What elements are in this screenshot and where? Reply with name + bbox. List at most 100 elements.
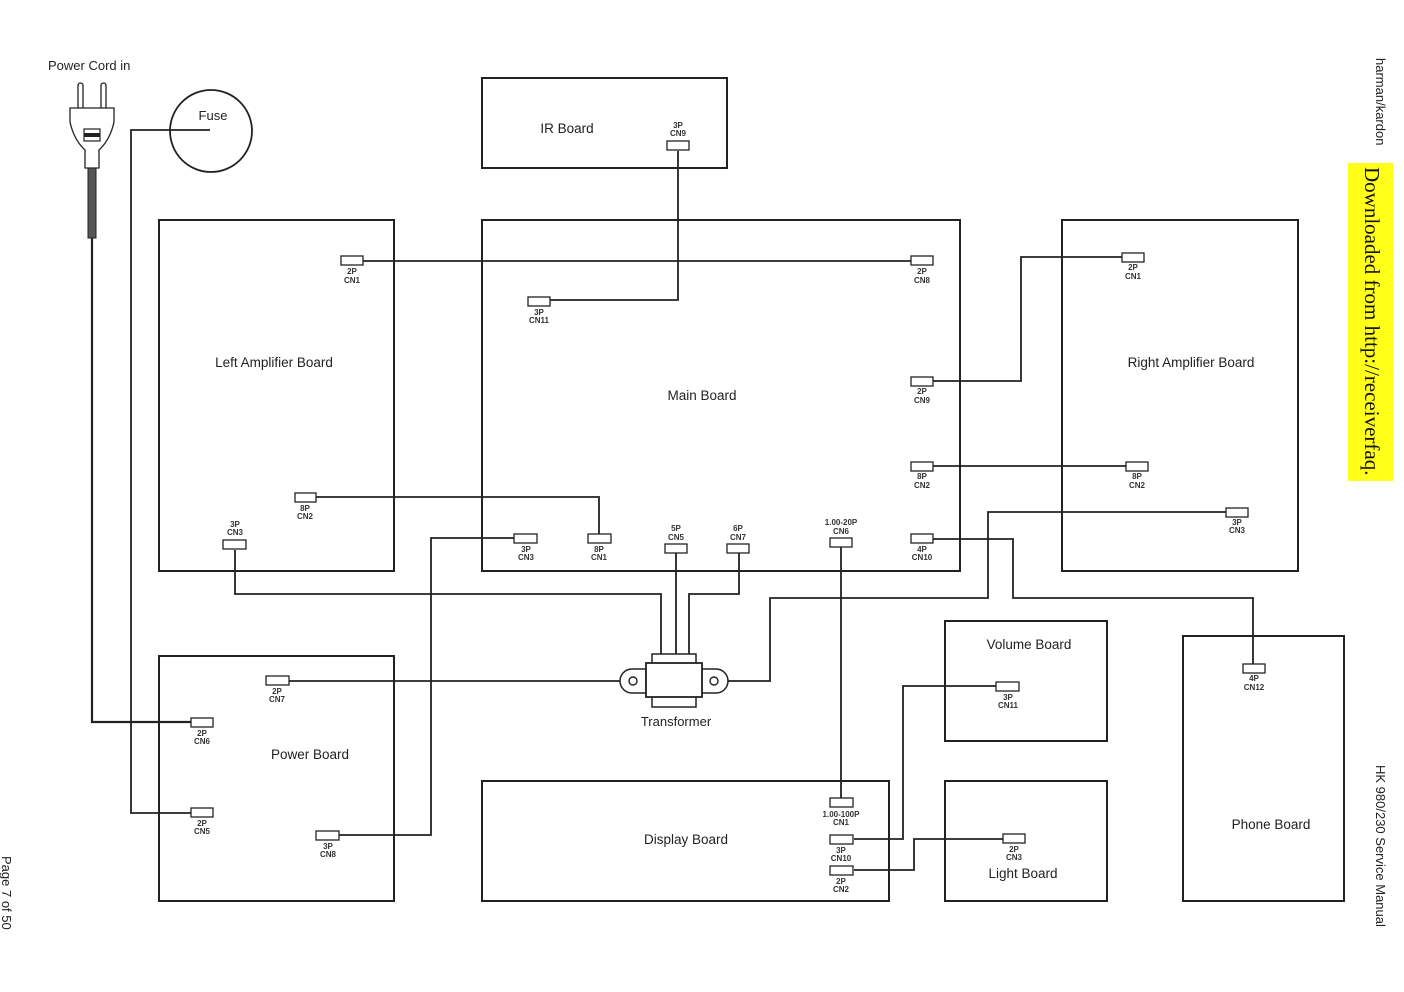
phone-board-label: Phone Board bbox=[1232, 817, 1311, 832]
connector-power-cn7[interactable]: 2P CN7 bbox=[265, 675, 290, 704]
svg-text:CN5: CN5 bbox=[668, 533, 685, 542]
wire-right-cn3-transformer bbox=[720, 511, 1226, 682]
connector-main-cn6[interactable]: 1.00-20P CN6 bbox=[825, 518, 858, 548]
main-board-label: Main Board bbox=[667, 388, 736, 403]
svg-text:4P: 4P bbox=[1249, 674, 1259, 683]
svg-text:CN2: CN2 bbox=[297, 512, 314, 521]
svg-text:CN1: CN1 bbox=[833, 818, 850, 827]
wire-power-cn8-main-cn3 bbox=[339, 537, 514, 836]
connector-main-cn5[interactable]: 5P CN5 bbox=[664, 524, 688, 554]
connector-left-amp-cn3[interactable]: 3P CN3 bbox=[222, 520, 247, 550]
svg-text:CN8: CN8 bbox=[914, 276, 931, 285]
svg-text:2P: 2P bbox=[917, 267, 927, 276]
connector-light-cn3[interactable]: 2P CN3 bbox=[1002, 833, 1026, 862]
svg-text:CN2: CN2 bbox=[1129, 481, 1146, 490]
svg-text:8P: 8P bbox=[917, 472, 927, 481]
svg-text:CN3: CN3 bbox=[1006, 853, 1023, 862]
download-banner: Downloaded from http://receiverfaq. bbox=[1348, 163, 1393, 481]
connector-phone-cn12[interactable]: 4P CN12 bbox=[1242, 663, 1266, 692]
page-number: Page 7 of 50 bbox=[0, 856, 14, 930]
transformer-label: Transformer bbox=[641, 714, 712, 729]
wire-display-cn2-light-cn3 bbox=[854, 838, 1003, 871]
left-amplifier-board bbox=[158, 219, 395, 572]
svg-text:2P: 2P bbox=[917, 387, 927, 396]
svg-text:CN10: CN10 bbox=[831, 854, 852, 863]
connector-display-cn2[interactable]: 2P CN2 bbox=[829, 865, 854, 894]
connector-left-amp-cn2[interactable]: 8P CN2 bbox=[294, 492, 317, 521]
svg-text:2P: 2P bbox=[1128, 263, 1138, 272]
connector-main-cn9[interactable]: 2P CN9 bbox=[910, 376, 934, 405]
svg-text:CN11: CN11 bbox=[998, 701, 1019, 710]
brand-label: harman/kardon bbox=[1373, 58, 1388, 146]
connector-power-cn6[interactable]: 2P CN6 bbox=[190, 717, 214, 746]
connector-main-cn11[interactable]: 3P CN11 bbox=[527, 296, 551, 325]
connector-ir-cn9[interactable]: 3P CN9 bbox=[666, 121, 690, 151]
svg-text:CN6: CN6 bbox=[833, 527, 850, 536]
svg-text:CN9: CN9 bbox=[914, 396, 931, 405]
display-board-label: Display Board bbox=[644, 832, 728, 847]
volume-board-label: Volume Board bbox=[987, 637, 1072, 652]
wire-main-cn10-phone-cn12 bbox=[933, 538, 1254, 664]
wire-main-cn7-transformer bbox=[688, 553, 740, 656]
fuse-label: Fuse bbox=[199, 108, 228, 123]
connector-display-cn1[interactable]: 1.00-100P CN1 bbox=[823, 797, 861, 827]
connector-main-cn8[interactable]: 2P CN8 bbox=[910, 255, 934, 285]
svg-text:CN1: CN1 bbox=[591, 553, 608, 562]
connector-main-cn2[interactable]: 8P CN2 bbox=[910, 461, 934, 490]
phone-board bbox=[1182, 635, 1345, 902]
transformer-icon bbox=[619, 653, 729, 708]
svg-text:CN5: CN5 bbox=[194, 827, 211, 836]
connector-main-cn1[interactable]: 8P CN1 bbox=[587, 533, 612, 562]
svg-text:1.00-20P: 1.00-20P bbox=[825, 518, 858, 527]
svg-text:5P: 5P bbox=[671, 524, 681, 533]
svg-text:8P: 8P bbox=[1132, 472, 1142, 481]
ir-board bbox=[481, 77, 728, 169]
ir-board-label: IR Board bbox=[540, 121, 593, 136]
download-banner-text: Downloaded from http://receiverfaq. bbox=[1360, 167, 1384, 476]
connector-volume-cn11[interactable]: 3P CN11 bbox=[995, 681, 1020, 710]
light-board bbox=[944, 780, 1108, 902]
connector-power-cn5[interactable]: 2P CN5 bbox=[190, 807, 214, 836]
wires bbox=[90, 129, 1254, 871]
connector-power-cn8[interactable]: 3P CN8 bbox=[315, 830, 340, 859]
svg-text:CN3: CN3 bbox=[518, 553, 535, 562]
connector-right-amp-cn1[interactable]: 2P CN1 bbox=[1121, 252, 1145, 281]
wire-ir-cn9-main-cn11 bbox=[550, 151, 679, 301]
svg-text:CN8: CN8 bbox=[320, 850, 337, 859]
power-cord-label: Power Cord in bbox=[48, 58, 130, 73]
left-amplifier-board-label: Left Amplifier Board bbox=[215, 355, 333, 370]
wire-fuse-power-cn5 bbox=[130, 129, 210, 814]
fuse-icon bbox=[169, 89, 253, 173]
svg-text:CN7: CN7 bbox=[269, 695, 286, 704]
svg-text:CN9: CN9 bbox=[670, 129, 687, 138]
right-amplifier-board bbox=[1061, 219, 1299, 572]
light-board-label: Light Board bbox=[988, 866, 1057, 881]
wire-display-cn10-volume-cn11 bbox=[854, 685, 996, 840]
svg-text:6P: 6P bbox=[733, 524, 743, 533]
svg-text:CN2: CN2 bbox=[914, 481, 931, 490]
svg-text:CN10: CN10 bbox=[912, 553, 933, 562]
wire-main-cn9-right-cn1 bbox=[933, 256, 1122, 382]
svg-text:CN12: CN12 bbox=[1244, 683, 1265, 692]
svg-text:CN7: CN7 bbox=[730, 533, 747, 542]
connector-right-amp-cn2[interactable]: 8P CN2 bbox=[1125, 461, 1149, 490]
power-plug-icon bbox=[69, 82, 115, 239]
svg-text:CN1: CN1 bbox=[344, 276, 361, 285]
svg-text:2P: 2P bbox=[347, 267, 357, 276]
svg-text:CN2: CN2 bbox=[833, 885, 850, 894]
svg-text:CN3: CN3 bbox=[227, 528, 244, 537]
connector-left-amp-cn1[interactable]: 2P CN1 bbox=[340, 255, 364, 285]
connector-main-cn7[interactable]: 6P CN7 bbox=[726, 524, 750, 554]
svg-text:CN6: CN6 bbox=[194, 737, 211, 746]
connector-main-cn3[interactable]: 3P CN3 bbox=[513, 533, 538, 562]
svg-text:CN11: CN11 bbox=[529, 316, 550, 325]
svg-text:CN3: CN3 bbox=[1229, 526, 1246, 535]
power-board-label: Power Board bbox=[271, 747, 349, 762]
connector-right-amp-cn3[interactable]: 3P CN3 bbox=[1225, 507, 1249, 535]
manual-title: HK 980/230 Service Manual bbox=[1373, 765, 1388, 927]
wiring-diagram: Power Cord in Fuse IR Board Left Amplifi… bbox=[48, 58, 1345, 902]
connector-main-cn10[interactable]: 4P CN10 bbox=[910, 533, 934, 562]
wire-power-cord-power-cn6 bbox=[90, 238, 191, 724]
connector-display-cn10[interactable]: 3P CN10 bbox=[829, 834, 854, 863]
wire-left-cn2-main-cn1 bbox=[316, 496, 600, 534]
